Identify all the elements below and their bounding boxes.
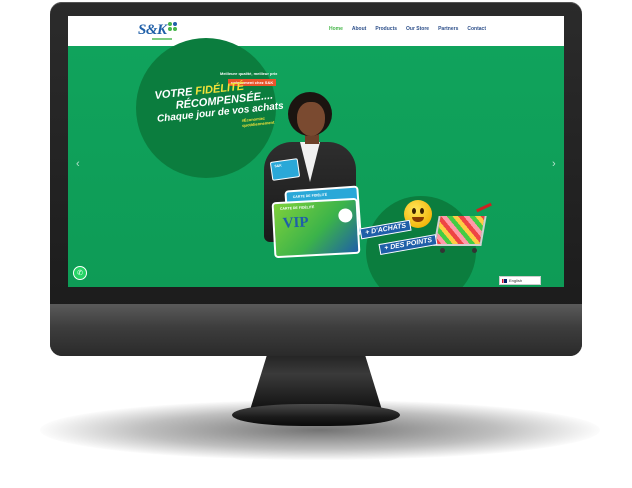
site-navbar: S&K Home About Products Our Store Partne… xyxy=(68,16,564,46)
language-label: English xyxy=(509,278,523,283)
promo-tagline: Meilleure qualité, meilleur prix xyxy=(220,71,278,76)
shopping-cart-icon xyxy=(433,216,487,246)
whatsapp-icon[interactable]: ✆ xyxy=(73,266,87,280)
card-vip-label: CARTE DE FIDÉLITÉ xyxy=(279,205,315,211)
nav-about[interactable]: About xyxy=(352,26,366,32)
card-vip-text: VIP xyxy=(282,214,309,232)
carousel-prev-arrow[interactable]: ‹ xyxy=(76,158,80,170)
carousel-next-arrow[interactable]: › xyxy=(552,158,556,170)
uk-flag-icon xyxy=(502,278,507,283)
nav-menu: Home About Products Our Store Partners C… xyxy=(329,26,486,32)
logo-dots-icon xyxy=(167,22,177,31)
cart-wheel xyxy=(472,248,477,253)
nav-contact[interactable]: Contact xyxy=(467,26,486,32)
nav-partners[interactable]: Partners xyxy=(438,26,458,32)
monitor-stand-neck xyxy=(250,350,382,410)
cart-wheel xyxy=(440,248,445,253)
monitor-chin xyxy=(50,304,582,356)
nav-home[interactable]: Home xyxy=(329,26,343,32)
hero-slider: Meilleure qualité, meilleur prix uniquem… xyxy=(68,38,564,287)
woman-face xyxy=(297,102,325,136)
cart-handle xyxy=(476,202,492,213)
logo-text: S&K xyxy=(138,22,167,38)
nav-products[interactable]: Products xyxy=(375,26,397,32)
nav-our-store[interactable]: Our Store xyxy=(406,26,429,32)
site-logo[interactable]: S&K xyxy=(138,21,177,41)
card-back-label: CARTE DE FIDÉLITÉ xyxy=(292,192,328,200)
monitor-stand-base xyxy=(232,404,400,426)
language-selector[interactable]: English xyxy=(499,276,541,285)
card-small-label: S&K xyxy=(274,163,283,169)
loyalty-card-vip: CARTE DE FIDÉLITÉ VIP xyxy=(271,197,361,259)
monitor-screen: S&K Home About Products Our Store Partne… xyxy=(68,16,564,287)
card-logo-icon xyxy=(338,208,353,223)
logo-tagline-mark xyxy=(152,38,172,40)
loyalty-card-small: S&K xyxy=(269,158,301,181)
